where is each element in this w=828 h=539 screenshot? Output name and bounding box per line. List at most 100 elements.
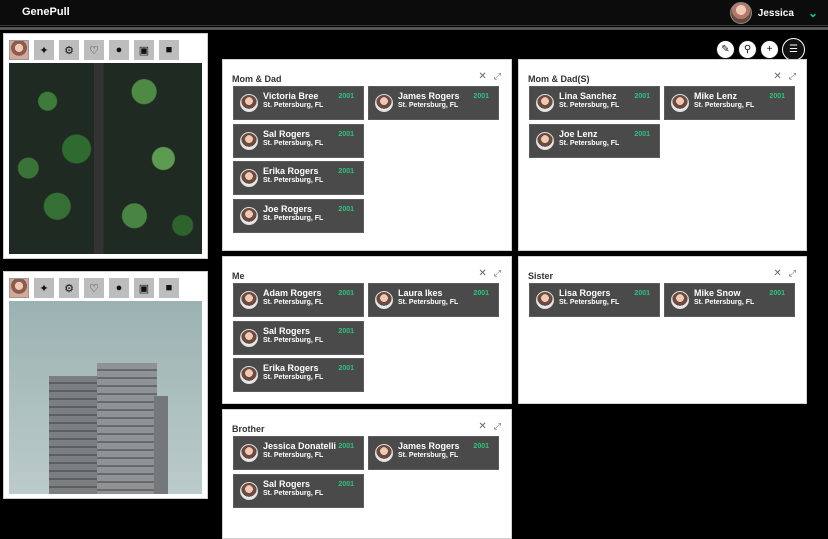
person-card[interactable]: Sal Rogers St. Petersburg, FL 2001 <box>233 474 364 508</box>
expand-icon[interactable]: ⤢ <box>494 71 501 82</box>
panel-sister: Sister ✕ ⤢ Lisa Rogers St. Petersburg, FL 2… <box>518 256 807 404</box>
image-card-forest: ✦ ⚙ ♡ ● ▣ ■ <box>3 33 208 259</box>
avatar <box>536 94 554 112</box>
person-name: Laura Ikes <box>398 288 443 298</box>
puzzle-icon[interactable]: ✦ <box>34 40 54 60</box>
person-card[interactable]: Jessica Donatelli St. Petersburg, FL 2001 <box>233 436 364 470</box>
avatar <box>240 444 258 462</box>
person-icon[interactable]: ● <box>109 40 129 60</box>
person-card[interactable]: James Rogers St. Petersburg, FL 2001 <box>368 86 499 120</box>
person-location: St. Petersburg, FL <box>398 452 459 459</box>
person-year: 2001 <box>473 443 489 450</box>
person-card[interactable]: Sal Rogers St. Petersburg, FL 2001 <box>233 124 364 158</box>
chevron-down-icon[interactable]: ⌄ <box>808 6 818 20</box>
edit-icon[interactable]: ✎ <box>716 40 735 59</box>
person-location: St. Petersburg, FL <box>559 299 620 306</box>
person-location: St. Petersburg, FL <box>694 299 755 306</box>
panel-me: Me ✕ ⤢ Adam Rogers St. Petersburg, FL 2001 … <box>222 256 512 404</box>
network-icon[interactable]: ⚙ <box>59 278 79 298</box>
expand-icon[interactable]: ⤢ <box>494 268 501 279</box>
person-card[interactable]: Adam Rogers St. Petersburg, FL 2001 <box>233 283 364 317</box>
search-icon[interactable]: ⚲ <box>738 40 757 59</box>
person-card[interactable]: Mike Snow St. Petersburg, FL 2001 <box>664 283 795 317</box>
user-name[interactable]: Jessica <box>758 8 794 19</box>
cake-icon[interactable]: ▣ <box>134 40 154 60</box>
person-location: St. Petersburg, FL <box>398 299 459 306</box>
person-location: St. Petersburg, FL <box>398 102 459 109</box>
person-card[interactable]: Mike Lenz St. Petersburg, FL 2001 <box>664 86 795 120</box>
person-name: Joe Lenz <box>559 129 598 139</box>
person-location: St. Petersburg, FL <box>263 374 324 381</box>
avatar <box>240 132 258 150</box>
person-name: Lina Sanchez <box>559 91 617 101</box>
user-menu[interactable]: Jessica ⌄ <box>729 2 818 24</box>
person-card[interactable]: Erika Rogers St. Petersburg, FL 2001 <box>233 161 364 195</box>
person-card[interactable]: Erika Rogers St. Petersburg, FL 2001 <box>233 358 364 392</box>
panel-mom-dad: Mom & Dad ✕ ⤢ Victoria Bree St. Petersburg… <box>222 59 512 251</box>
close-icon[interactable]: ✕ <box>478 421 486 432</box>
close-icon[interactable]: ✕ <box>478 71 486 82</box>
cake-icon[interactable]: ▣ <box>134 278 154 298</box>
person-card[interactable]: Laura Ikes St. Petersburg, FL 2001 <box>368 283 499 317</box>
person-card[interactable]: Joe Rogers St. Petersburg, FL 2001 <box>233 199 364 233</box>
forest-photo <box>9 63 202 254</box>
sub-bar <box>0 27 828 30</box>
person-card[interactable]: Victoria Bree St. Petersburg, FL 2001 <box>233 86 364 120</box>
menu-icon[interactable]: ☰ <box>782 38 805 61</box>
card-icon-row: ✦ ⚙ ♡ ● ▣ ■ <box>4 34 207 60</box>
card-icon-row: ✦ ⚙ ♡ ● ▣ ■ <box>4 272 207 298</box>
expand-icon[interactable]: ⤢ <box>789 71 796 82</box>
app-title: GenePull <box>22 6 70 18</box>
person-location: St. Petersburg, FL <box>263 177 324 184</box>
person-icon[interactable]: ● <box>109 278 129 298</box>
avatar <box>240 291 258 309</box>
building-shape <box>97 363 157 494</box>
person-name: Jessica Donatelli <box>263 441 337 451</box>
person-name: Adam Rogers <box>263 288 322 298</box>
network-icon[interactable]: ⚙ <box>59 40 79 60</box>
person-card[interactable]: Lina Sanchez St. Petersburg, FL 2001 <box>529 86 660 120</box>
person-location: St. Petersburg, FL <box>263 490 324 497</box>
heart-icon[interactable]: ♡ <box>84 278 104 298</box>
avatar[interactable] <box>9 278 29 298</box>
person-name: Sal Rogers <box>263 326 311 336</box>
person-year: 2001 <box>338 443 354 450</box>
avatar <box>240 366 258 384</box>
person-name: Mike Snow <box>694 288 741 298</box>
person-year: 2001 <box>634 131 650 138</box>
expand-icon[interactable]: ⤢ <box>494 421 501 432</box>
person-card[interactable]: Joe Lenz St. Petersburg, FL 2001 <box>529 124 660 158</box>
person-year: 2001 <box>473 290 489 297</box>
panel-title: Mom & Dad <box>232 74 282 84</box>
avatar <box>375 291 393 309</box>
user-avatar[interactable] <box>729 2 752 24</box>
person-card[interactable]: Sal Rogers St. Petersburg, FL 2001 <box>233 321 364 355</box>
plus-icon[interactable]: + <box>760 40 779 59</box>
expand-icon[interactable]: ⤢ <box>789 268 796 279</box>
puzzle-icon[interactable]: ✦ <box>34 278 54 298</box>
person-name: Sal Rogers <box>263 479 311 489</box>
building-shape <box>154 396 168 494</box>
avatar[interactable] <box>9 40 29 60</box>
avatar <box>240 329 258 347</box>
close-icon[interactable]: ✕ <box>773 71 781 82</box>
briefcase-icon[interactable]: ■ <box>159 278 179 298</box>
heart-icon[interactable]: ♡ <box>84 40 104 60</box>
person-card[interactable]: Lisa Rogers St. Petersburg, FL 2001 <box>529 283 660 317</box>
person-year: 2001 <box>338 131 354 138</box>
avatar <box>375 444 393 462</box>
person-name: Mike Lenz <box>694 91 738 101</box>
avatar <box>671 94 689 112</box>
panel-mom-dad-s: Mom & Dad(S) ✕ ⤢ Lina Sanchez St. Petersbu… <box>518 59 807 251</box>
person-location: St. Petersburg, FL <box>263 102 324 109</box>
close-icon[interactable]: ✕ <box>773 268 781 279</box>
person-card[interactable]: James Rogers St. Petersburg, FL 2001 <box>368 436 499 470</box>
person-name: Lisa Rogers <box>559 288 611 298</box>
avatar <box>375 94 393 112</box>
briefcase-icon[interactable]: ■ <box>159 40 179 60</box>
close-icon[interactable]: ✕ <box>478 268 486 279</box>
avatar <box>536 291 554 309</box>
panel-title: Mom & Dad(S) <box>528 74 590 84</box>
building-photo <box>9 301 202 494</box>
person-year: 2001 <box>769 93 785 100</box>
